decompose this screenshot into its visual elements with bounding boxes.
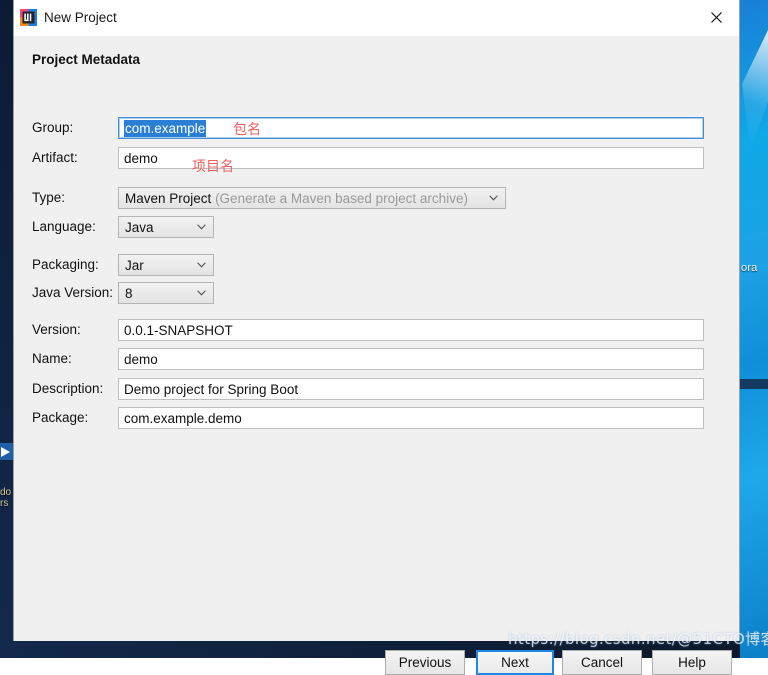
label-type: Type: — [32, 190, 66, 205]
label-description: Description: — [32, 381, 104, 396]
label-version: Version: — [32, 322, 81, 337]
dialog-body: Project Metadata Group: com.example 包名 A… — [14, 37, 739, 675]
packaging-combobox[interactable]: Jar — [118, 254, 214, 276]
version-input[interactable]: 0.0.1-SNAPSHOT — [118, 319, 704, 341]
packaging-combobox-value: Jar — [125, 258, 144, 273]
group-input[interactable]: com.example — [118, 117, 704, 139]
dialog-title: New Project — [44, 10, 117, 25]
language-combobox[interactable]: Java — [118, 216, 214, 238]
close-x-glyph — [710, 12, 722, 23]
name-input[interactable]: demo — [118, 348, 704, 370]
java-version-combobox-value: 8 — [125, 286, 133, 301]
language-combobox-value: Java — [125, 220, 154, 235]
play-arrow-icon — [1, 447, 10, 457]
help-button[interactable]: Help — [652, 650, 732, 675]
previous-button[interactable]: Previous — [385, 650, 465, 675]
section-title: Project Metadata — [32, 52, 141, 67]
chevron-down-icon — [489, 195, 498, 201]
label-java-version: Java Version: — [32, 285, 114, 300]
chevron-down-icon — [197, 262, 206, 268]
label-package: Package: — [32, 410, 89, 425]
label-group: Group: — [32, 120, 74, 135]
label-packaging: Packaging: — [32, 257, 99, 272]
next-button[interactable]: Next — [476, 650, 554, 675]
type-combobox[interactable]: Maven Project (Generate a Maven based pr… — [118, 187, 506, 209]
dialog-titlebar: New Project — [14, 0, 739, 37]
package-input[interactable]: com.example.demo — [118, 407, 704, 429]
new-project-dialog: New Project Project Metadata Group: com.… — [13, 0, 740, 675]
type-combobox-hint: (Generate a Maven based project archive) — [215, 191, 468, 206]
type-combobox-value: Maven Project — [125, 191, 212, 206]
close-icon[interactable] — [693, 0, 739, 35]
group-input-value: com.example — [124, 120, 207, 137]
cancel-button[interactable]: Cancel — [562, 650, 642, 675]
chevron-down-icon — [197, 290, 206, 296]
description-input[interactable]: Demo project for Spring Boot — [118, 378, 704, 400]
annotation-group: 包名 — [233, 122, 261, 138]
label-language: Language: — [32, 219, 96, 234]
label-name: Name: — [32, 351, 72, 366]
wallpaper-band — [740, 379, 768, 389]
chevron-down-icon — [197, 224, 206, 230]
java-version-combobox[interactable]: 8 — [118, 282, 214, 304]
intellij-idea-icon — [20, 9, 37, 26]
label-artifact: Artifact: — [32, 150, 78, 165]
annotation-artifact: 项目名 — [192, 159, 234, 175]
desktop-icon-label-right: ora — [741, 262, 758, 274]
